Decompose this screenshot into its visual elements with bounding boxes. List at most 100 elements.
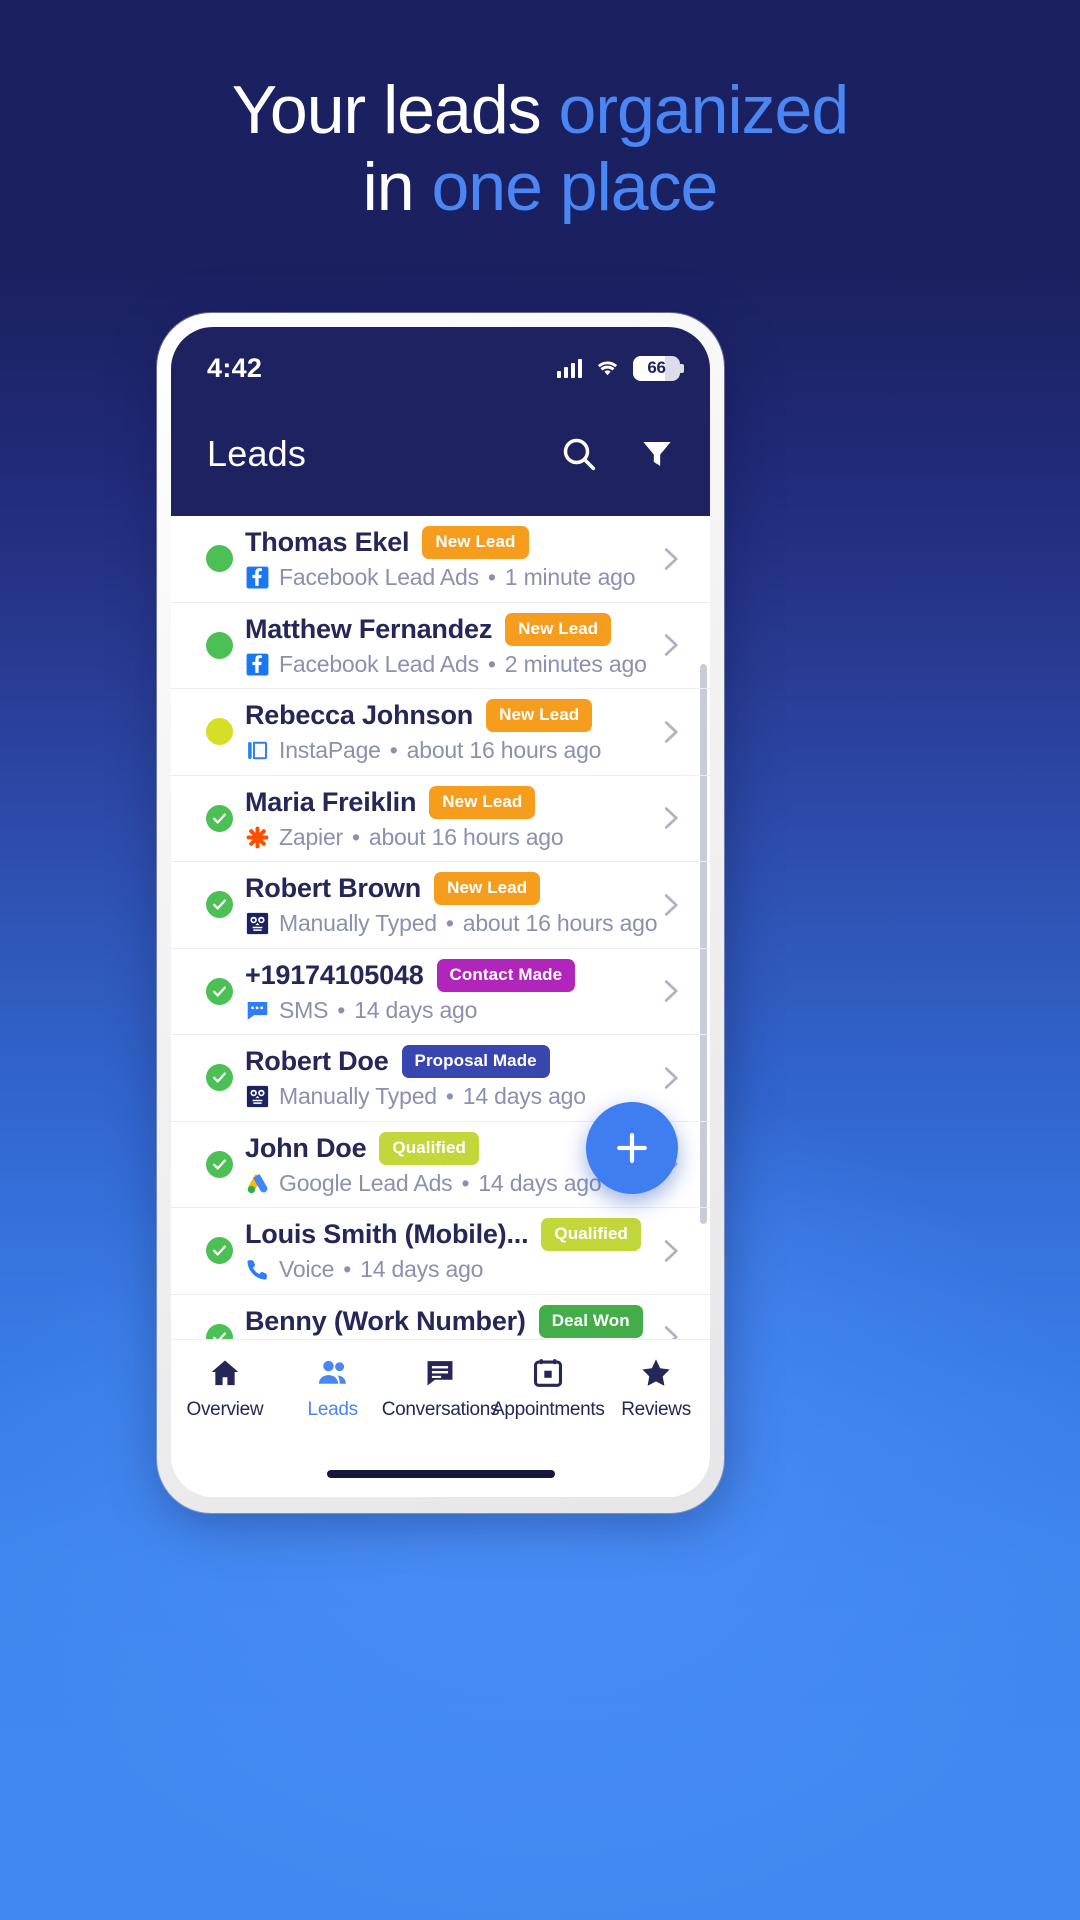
app-header-area: 4:42 66 Leads: [171, 327, 710, 516]
status-badge: New Lead: [486, 699, 593, 733]
status-badge: Deal Won: [538, 1304, 643, 1338]
green-check: [205, 891, 233, 919]
lead-meta: SMS • 14 days ago: [245, 997, 648, 1024]
chevron-right-icon[interactable]: [648, 1063, 692, 1093]
status-badge: New Lead: [505, 612, 612, 646]
lead-meta: Manually Typed • about 16 hours ago: [245, 910, 658, 937]
meta-separator: •: [389, 737, 398, 764]
status-dot-wrap: [193, 718, 245, 746]
chevron-right-icon[interactable]: [648, 630, 692, 660]
table-row[interactable]: Thomas Ekel New Lead Facebook Lead Ads •…: [171, 516, 710, 603]
headline-line2-accent: one place: [431, 148, 718, 225]
chevron-right-icon[interactable]: [648, 976, 692, 1006]
bottom-navigation[interactable]: Overview Leads Conversations Appointment…: [171, 1339, 710, 1451]
lead-source: Voice: [279, 1256, 335, 1283]
chevron-right-icon[interactable]: [648, 544, 692, 574]
status-bar: 4:42 66: [171, 345, 710, 391]
table-row[interactable]: +19174105048 Contact Made SMS • 14 days …: [171, 949, 710, 1035]
table-row[interactable]: Matthew Fernandez New Lead Facebook Lead…: [171, 603, 710, 689]
table-row[interactable]: Benny (Work Number) Deal Won Voice • 15 …: [171, 1295, 710, 1339]
green-check: [205, 977, 233, 1005]
nav-label-reviews: Reviews: [621, 1399, 691, 1420]
lead-info: Robert Brown New Lead Manually Typed • a…: [245, 872, 658, 937]
table-row[interactable]: Rebecca Johnson New Lead InstaPage • abo…: [171, 689, 710, 776]
lead-name: Rebecca Johnson: [245, 700, 474, 731]
lead-name: Robert Brown: [245, 873, 422, 904]
nav-item-reviews[interactable]: Reviews: [602, 1354, 710, 1421]
lead-info: Robert Doe Proposal Made Manually Typed …: [245, 1045, 648, 1110]
chevron-right-icon[interactable]: [648, 717, 692, 747]
signal-bars-icon: [556, 358, 582, 378]
lead-time: about 16 hours ago: [406, 737, 602, 764]
status-badge: Proposal Made: [401, 1045, 550, 1079]
lead-source: Zapier: [279, 823, 343, 850]
chevron-right-icon[interactable]: [648, 1236, 692, 1266]
add-lead-button[interactable]: [586, 1102, 678, 1194]
lead-name: John Doe: [245, 1132, 367, 1163]
green-check: [205, 1064, 233, 1092]
lead-time: 14 days ago: [478, 1169, 602, 1196]
status-time: 4:42: [207, 352, 263, 383]
lead-time: 14 days ago: [462, 1083, 586, 1110]
yellow-dot: [205, 718, 233, 746]
lead-info: Thomas Ekel New Lead Facebook Lead Ads •…: [245, 526, 648, 591]
lead-source: Facebook Lead Ads: [279, 650, 479, 677]
chevron-right-icon[interactable]: [648, 803, 692, 833]
status-badge: Contact Made: [436, 958, 576, 992]
chevron-right-icon[interactable]: [648, 1322, 692, 1339]
page-title: Your leads organized in one place: [0, 72, 1080, 226]
lead-meta: Zapier • about 16 hours ago: [245, 824, 648, 851]
lead-name: Benny (Work Number): [245, 1305, 526, 1336]
lead-header: Louis Smith (Mobile)... Qualified: [245, 1218, 648, 1252]
lead-source: Google Lead Ads: [279, 1169, 453, 1196]
star-icon: [639, 1354, 673, 1392]
nav-item-conversations[interactable]: Conversations: [382, 1354, 500, 1421]
status-dot-wrap: [193, 1150, 245, 1178]
battery-icon: 66: [633, 355, 684, 381]
leads-list[interactable]: Thomas Ekel New Lead Facebook Lead Ads •…: [171, 516, 710, 1339]
chevron-right-icon[interactable]: [648, 890, 692, 920]
lead-info: Benny (Work Number) Deal Won Voice • 15 …: [245, 1304, 648, 1339]
lead-source: Manually Typed: [279, 1083, 437, 1110]
lead-time: about 16 hours ago: [462, 910, 658, 937]
table-row[interactable]: Robert Brown New Lead Manually Typed • a…: [171, 862, 710, 949]
lead-name: +19174105048: [245, 959, 424, 990]
zapier-icon: [245, 825, 270, 850]
nav-item-overview[interactable]: Overview: [171, 1354, 279, 1421]
phone-mockup: 4:42 66 Leads Thomas Ekel New Lead Faceb…: [157, 313, 728, 1523]
nav-label-appointments: Appointments: [492, 1399, 605, 1420]
nav-item-leads[interactable]: Leads: [279, 1354, 387, 1421]
meta-separator: •: [487, 564, 496, 591]
status-dot-wrap: [193, 631, 245, 659]
meta-separator: •: [352, 823, 360, 850]
lead-source: Facebook Lead Ads: [279, 564, 479, 591]
search-icon[interactable]: [558, 433, 600, 475]
app-bar: Leads: [171, 391, 710, 516]
app-bar-actions: [558, 433, 678, 475]
lead-name: Louis Smith (Mobile)...: [245, 1219, 529, 1250]
sms-icon: [245, 998, 270, 1023]
home-indicator-area: [171, 1451, 710, 1497]
lead-source: SMS: [279, 996, 329, 1023]
lead-meta: Voice • 14 days ago: [245, 1256, 648, 1283]
meta-separator: •: [461, 1169, 470, 1196]
table-row[interactable]: Maria Freiklin New Lead Zapier • about 1…: [171, 776, 710, 862]
headline-line1-white: Your leads: [231, 72, 559, 148]
lead-source: Manually Typed: [279, 910, 437, 937]
wifi-icon: [595, 358, 620, 378]
meta-separator: •: [337, 996, 346, 1023]
home-indicator[interactable]: [326, 1470, 555, 1478]
lead-info: Rebecca Johnson New Lead InstaPage • abo…: [245, 699, 648, 764]
table-row[interactable]: Louis Smith (Mobile)... Qualified Voice …: [171, 1208, 710, 1295]
green-check: [205, 1237, 233, 1265]
lead-time: 14 days ago: [360, 1256, 484, 1283]
nav-item-appointments[interactable]: Appointments: [492, 1354, 605, 1421]
lead-header: Thomas Ekel New Lead: [245, 526, 648, 560]
filter-icon[interactable]: [636, 433, 678, 475]
lead-meta: Facebook Lead Ads • 1 minute ago: [245, 564, 648, 591]
status-dot-wrap: [193, 804, 245, 832]
lead-meta: Google Lead Ads • 14 days ago: [245, 1170, 648, 1197]
status-dot-wrap: [193, 1323, 245, 1339]
lead-header: Matthew Fernandez New Lead: [245, 612, 648, 646]
lead-name: Thomas Ekel: [245, 527, 410, 558]
